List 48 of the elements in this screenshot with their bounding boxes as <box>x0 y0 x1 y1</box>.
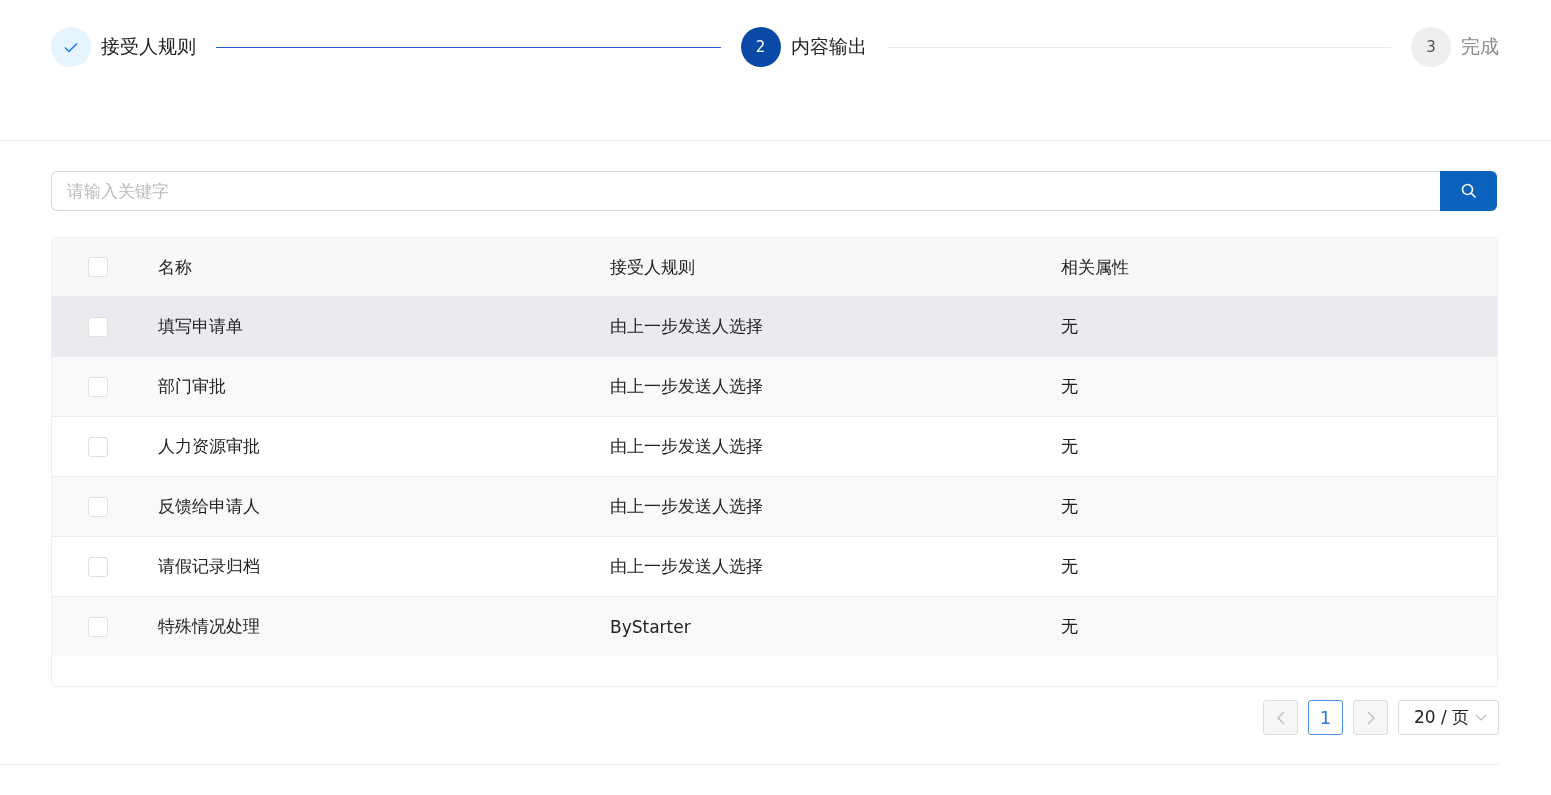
table-cell-text: 由上一步发送人选择 <box>610 495 764 518</box>
page-size-text: 20 / 页 <box>1413 706 1470 729</box>
table-cell-text: 无 <box>1061 495 1079 518</box>
table-row[interactable]: 反馈给申请人 由上一步发送人选择 无 <box>52 477 1497 537</box>
search-button[interactable] <box>1440 171 1497 211</box>
table-cell-text: 请假记录归档 <box>158 555 261 578</box>
table-cell-text: 反馈给申请人 <box>158 495 261 518</box>
search-field[interactable]: 请输入关键字 <box>51 171 1440 211</box>
table-cell-text: 无 <box>1061 375 1079 398</box>
table-cell-text: 由上一步发送人选择 <box>610 435 764 458</box>
table-cell-text: 填写申请单 <box>158 315 244 338</box>
table-cell-text: 人力资源审批 <box>158 435 261 458</box>
step-number: 3 <box>1426 38 1436 56</box>
table-row[interactable]: 部门审批 由上一步发送人选择 无 <box>52 357 1497 417</box>
table-cell-text: 无 <box>1061 435 1079 458</box>
table-row[interactable]: 特殊情况处理 ByStarter 无 <box>52 597 1497 656</box>
checkbox[interactable] <box>88 376 108 397</box>
checkbox[interactable] <box>88 436 108 457</box>
table-cell-text: 无 <box>1061 315 1079 338</box>
chevron-down-icon <box>1475 714 1488 721</box>
chevron-left-icon <box>1276 710 1285 725</box>
table-cell-text: 部门审批 <box>158 375 227 398</box>
table-cell-text: ByStarter <box>610 616 692 637</box>
previous-page-button[interactable] <box>1263 700 1298 735</box>
table-cell-text: 无 <box>1061 615 1079 638</box>
page-size-select[interactable]: 20 / 页 <box>1398 700 1499 735</box>
step-label: 完成 <box>1461 34 1499 59</box>
table-cell-text: 由上一步发送人选择 <box>610 555 764 578</box>
search-icon <box>1460 183 1477 199</box>
step-number: 2 <box>755 38 766 56</box>
table-cell-text: 由上一步发送人选择 <box>610 315 764 338</box>
step-label: 内容输出 <box>790 34 867 59</box>
checkbox[interactable] <box>88 496 108 517</box>
checkbox[interactable] <box>88 316 108 337</box>
checkbox[interactable] <box>88 257 108 277</box>
table-cell-text: 特殊情况处理 <box>158 615 261 638</box>
table-row[interactable]: 填写申请单 由上一步发送人选择 无 <box>52 297 1497 357</box>
page-button[interactable]: 1 <box>1308 700 1343 735</box>
table-cell-text: 由上一步发送人选择 <box>610 375 764 398</box>
table-cell-text: 无 <box>1061 555 1079 578</box>
column-header: 接受人规则 <box>610 255 696 279</box>
column-header: 名称 <box>158 255 193 279</box>
chevron-right-icon <box>1366 710 1375 725</box>
step-label: 接受人规则 <box>101 34 196 59</box>
column-header: 相关属性 <box>1061 255 1130 279</box>
next-page-button[interactable] <box>1353 700 1388 735</box>
checkbox[interactable] <box>88 616 108 637</box>
checkbox[interactable] <box>88 556 108 577</box>
